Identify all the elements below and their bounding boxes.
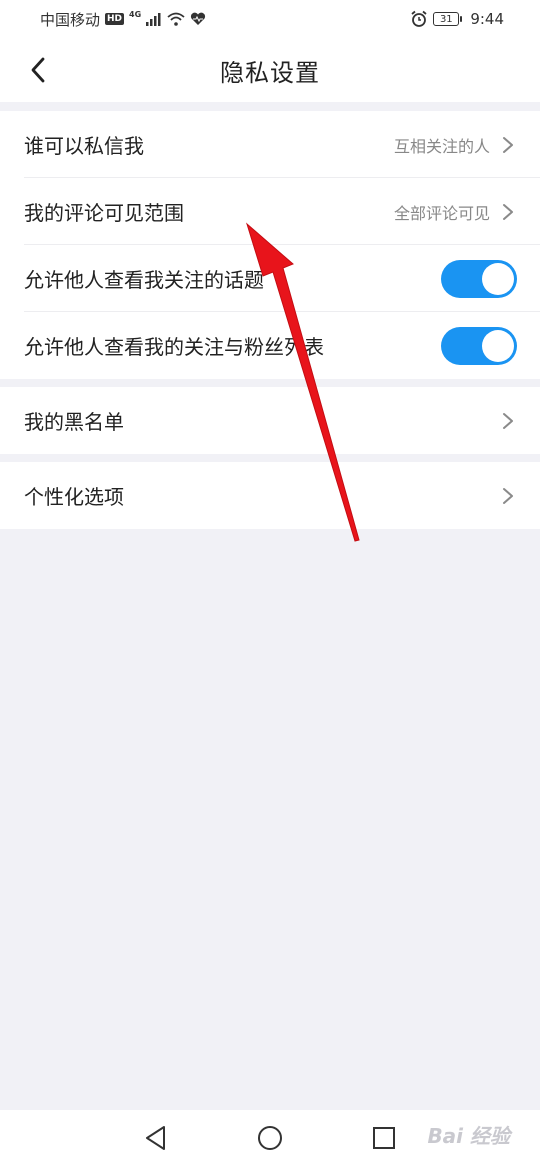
chevron-right-icon: [502, 412, 516, 430]
chevron-right-icon: [502, 487, 516, 505]
wifi-icon: [167, 12, 185, 26]
row-blacklist[interactable]: 我的黑名单: [0, 387, 540, 454]
row-value: 全部评论可见: [393, 203, 490, 223]
back-button[interactable]: [20, 52, 56, 88]
chevron-left-icon: [31, 57, 45, 83]
chevron-right-icon: [502, 203, 516, 221]
privacy-section-main: 谁可以私信我 互相关注的人 我的评论可见范围 全部评论可见 允许他人查看我关注的…: [0, 111, 540, 379]
status-right: 31 9:44: [410, 10, 504, 28]
toggle-knob: [482, 262, 514, 295]
chevron-right-icon: [502, 136, 516, 154]
row-label: 我的黑名单: [24, 410, 124, 434]
row-who-can-message[interactable]: 谁可以私信我 互相关注的人: [0, 111, 540, 178]
row-comment-visibility[interactable]: 我的评论可见范围 全部评论可见: [0, 178, 540, 245]
signal-icon: [146, 13, 161, 26]
battery-level: 31: [439, 13, 453, 25]
battery-icon: 31: [433, 12, 463, 26]
carrier-name: 中国移动: [40, 10, 101, 29]
toggle-knob: [482, 329, 514, 362]
row-topics-visibility: 允许他人查看我关注的话题: [0, 245, 540, 312]
status-bar: 中国移动 HD 4G 31 9:44: [0, 0, 540, 38]
row-personalize[interactable]: 个性化选项: [0, 462, 540, 529]
follows-visibility-toggle[interactable]: [441, 326, 517, 365]
square-recents-icon[interactable]: [372, 1126, 396, 1154]
topics-visibility-toggle[interactable]: [441, 259, 517, 298]
navigation-header: 隐私设置: [0, 38, 540, 102]
row-label: 允许他人查看我的关注与粉丝列表: [24, 335, 324, 359]
triangle-back-icon[interactable]: [144, 1125, 168, 1155]
row-label: 个性化选项: [24, 485, 124, 509]
row-label: 谁可以私信我: [24, 134, 144, 158]
page-title: 隐私设置: [220, 58, 320, 87]
alarm-icon: [411, 10, 427, 27]
watermark: Bai 经验: [427, 1124, 510, 1148]
row-value: 互相关注的人: [393, 136, 490, 156]
heart-rate-icon: [191, 12, 206, 25]
personalize-section: 个性化选项: [0, 462, 540, 529]
clock: 9:44: [470, 10, 504, 28]
status-left: 中国移动 HD 4G: [40, 9, 206, 30]
network-type: 4G: [129, 9, 142, 19]
blacklist-section: 我的黑名单: [0, 387, 540, 454]
row-follows-visibility: 允许他人查看我的关注与粉丝列表: [0, 312, 540, 379]
circle-home-icon[interactable]: [257, 1125, 283, 1155]
row-label: 我的评论可见范围: [24, 201, 184, 225]
row-label: 允许他人查看我关注的话题: [24, 268, 264, 292]
hd-badge: HD: [105, 13, 125, 25]
